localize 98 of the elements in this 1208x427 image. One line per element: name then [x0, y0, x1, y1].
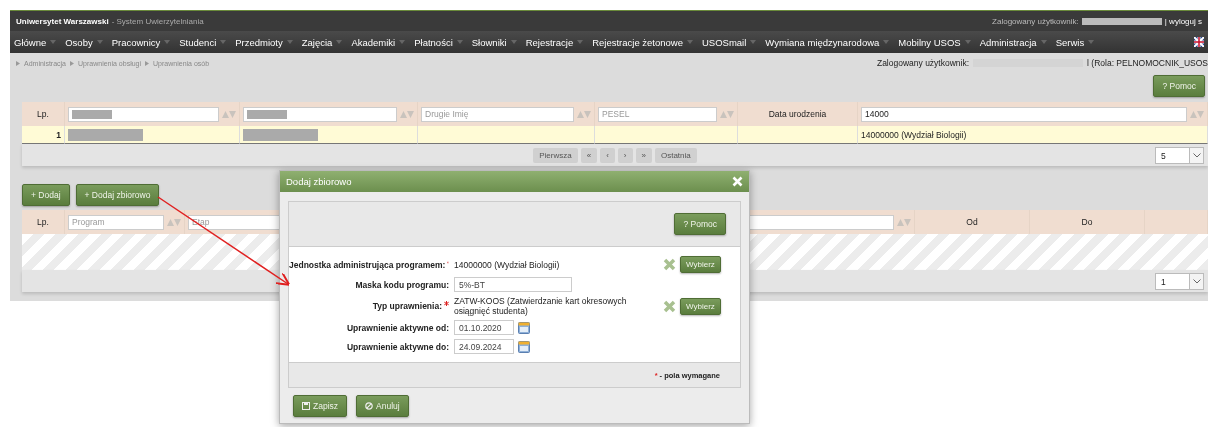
sort-icon[interactable]	[577, 109, 591, 119]
menu-item[interactable]: Wymiana międzynarodowa	[765, 36, 880, 48]
flag-icon[interactable]	[1194, 37, 1204, 47]
menu-item[interactable]: Przedmioty	[235, 36, 283, 48]
field-value: 14000000 (Wydział Biologii)	[454, 259, 561, 270]
help-button[interactable]: ? Pomoc	[1153, 75, 1205, 97]
menu-item[interactable]: Słowniki	[471, 36, 507, 48]
caret-icon	[750, 40, 757, 44]
caret-icon	[577, 40, 584, 44]
dropdown-icon[interactable]	[1189, 148, 1203, 163]
filter-field[interactable]	[243, 106, 397, 122]
sort-icon[interactable]	[400, 109, 414, 119]
column-header: Lp.	[22, 102, 65, 126]
breadcrumb-arrow-icon	[70, 60, 74, 66]
calendar-icon[interactable]	[518, 321, 530, 334]
close-icon[interactable]	[732, 176, 743, 187]
clear-icon[interactable]	[663, 299, 676, 313]
pager-button[interactable]: «	[580, 147, 598, 163]
field-value: ZATW-KOOS (Zatwierdzanie kart okresowych osiągnięć studenta)	[454, 296, 628, 316]
filter-field[interactable]: Drugie Imię	[421, 106, 574, 122]
sort-icon[interactable]	[897, 217, 911, 227]
app-title: Uniwersytet Warszawski	[16, 16, 109, 26]
calendar-icon[interactable]	[518, 340, 530, 353]
menu-item[interactable]: Mobilny USOS	[898, 36, 961, 48]
field-label: Jednostka administrująca programem:	[289, 259, 446, 270]
column-header: Lp.	[22, 210, 65, 234]
dropdown-icon[interactable]	[1189, 274, 1203, 289]
caret-icon	[286, 40, 293, 44]
caret-icon	[96, 40, 103, 44]
add-button[interactable]: + Dodaj	[22, 184, 70, 206]
pager-button[interactable]: »	[635, 147, 652, 163]
menu-item[interactable]: Rejestracje	[525, 36, 574, 48]
choose-button[interactable]: Wybierz	[680, 297, 721, 315]
menu-item[interactable]: USOSmail	[702, 36, 747, 48]
app-subtitle: - System Uwierzytelniania	[111, 16, 204, 26]
field-label: Uprawnienie aktywne do:	[346, 341, 449, 352]
save-button[interactable]: Zapisz	[293, 394, 348, 417]
caret-icon	[510, 40, 517, 44]
add-button[interactable]: + Dodaj zbiorowo	[75, 184, 160, 206]
caret-icon	[50, 40, 57, 44]
menu-item[interactable]: Płatności	[414, 36, 453, 48]
logout-link[interactable]: | wyloguj s	[1164, 16, 1202, 26]
table-cell: 1	[22, 126, 65, 144]
cancel-button[interactable]: Anuluj	[356, 394, 409, 417]
field-label: Typ uprawnienia:	[372, 301, 442, 311]
caret-icon	[456, 40, 463, 44]
sort-icon[interactable]	[222, 109, 236, 119]
caret-icon	[964, 40, 971, 44]
clear-icon[interactable]	[663, 258, 676, 271]
menu-item[interactable]: Rejestracje żetonowe	[592, 36, 683, 48]
breadcrumb-arrow-icon	[16, 60, 20, 66]
menu-item[interactable]: Osoby	[65, 36, 93, 48]
caret-icon	[164, 40, 171, 44]
pager-button[interactable]: Pierwsza	[533, 147, 578, 163]
caret-icon	[1040, 40, 1047, 44]
filter-field[interactable]: Program	[68, 214, 164, 230]
menu-item[interactable]: Serwis	[1055, 36, 1085, 48]
menu-item[interactable]: Akademiki	[351, 36, 396, 48]
dialog-title: Dodaj zbiorowo	[286, 176, 353, 187]
field-label: Uprawnienie aktywne od:	[346, 322, 449, 333]
page-size-select[interactable]: 1	[1155, 273, 1204, 290]
help-button[interactable]: ? Pomoc	[674, 213, 726, 235]
sort-icon[interactable]	[720, 109, 734, 119]
menu-item[interactable]: Administracja	[979, 36, 1037, 48]
date-input[interactable]: 24.09.2024	[454, 339, 514, 354]
caret-icon	[687, 40, 693, 44]
column-header	[1145, 210, 1208, 234]
caret-icon	[1088, 40, 1095, 44]
column-header: Data urodzenia	[738, 102, 858, 126]
filter-field[interactable]: PESEL	[598, 106, 717, 122]
user-role: l (Rola: PELNOMOCNIK_USOS	[1087, 58, 1208, 68]
mask-input[interactable]: 5%-BT	[454, 277, 572, 292]
breadcrumb-arrow-icon	[145, 60, 150, 66]
filter-field[interactable]	[68, 106, 219, 122]
user-label: Zalogowany użytkownik:	[992, 16, 1079, 26]
cancel-icon	[365, 401, 374, 410]
pager-button[interactable]: ›	[617, 147, 633, 163]
column-header: Do	[1030, 210, 1145, 234]
caret-icon	[399, 40, 406, 44]
choose-button[interactable]: Wybierz	[680, 256, 721, 273]
caret-icon	[220, 40, 227, 44]
menu-item[interactable]: Zajęcia	[301, 36, 333, 48]
sort-icon[interactable]	[167, 217, 181, 227]
filter-field[interactable]: 14000	[861, 106, 1187, 122]
page-size-select[interactable]: 5	[1155, 147, 1204, 164]
menu-item[interactable]: Główne	[14, 36, 47, 48]
sort-icon[interactable]	[1190, 109, 1204, 119]
menu-item[interactable]: Studenci	[179, 36, 217, 48]
user-label: Zalogowany użytkownik:	[876, 58, 970, 68]
menu-item[interactable]: Pracownicy	[111, 36, 161, 48]
field-label: Maska kodu programu:	[355, 279, 449, 290]
caret-icon	[336, 40, 343, 44]
pager-button[interactable]: ‹	[600, 147, 615, 163]
pager-button[interactable]: Ostatnia	[654, 147, 697, 163]
date-input[interactable]: 01.10.2020	[454, 320, 514, 335]
column-header: Od	[915, 210, 1030, 234]
table-cell: 14000000 (Wydział Biologii)	[858, 126, 1208, 144]
caret-icon	[883, 40, 890, 44]
